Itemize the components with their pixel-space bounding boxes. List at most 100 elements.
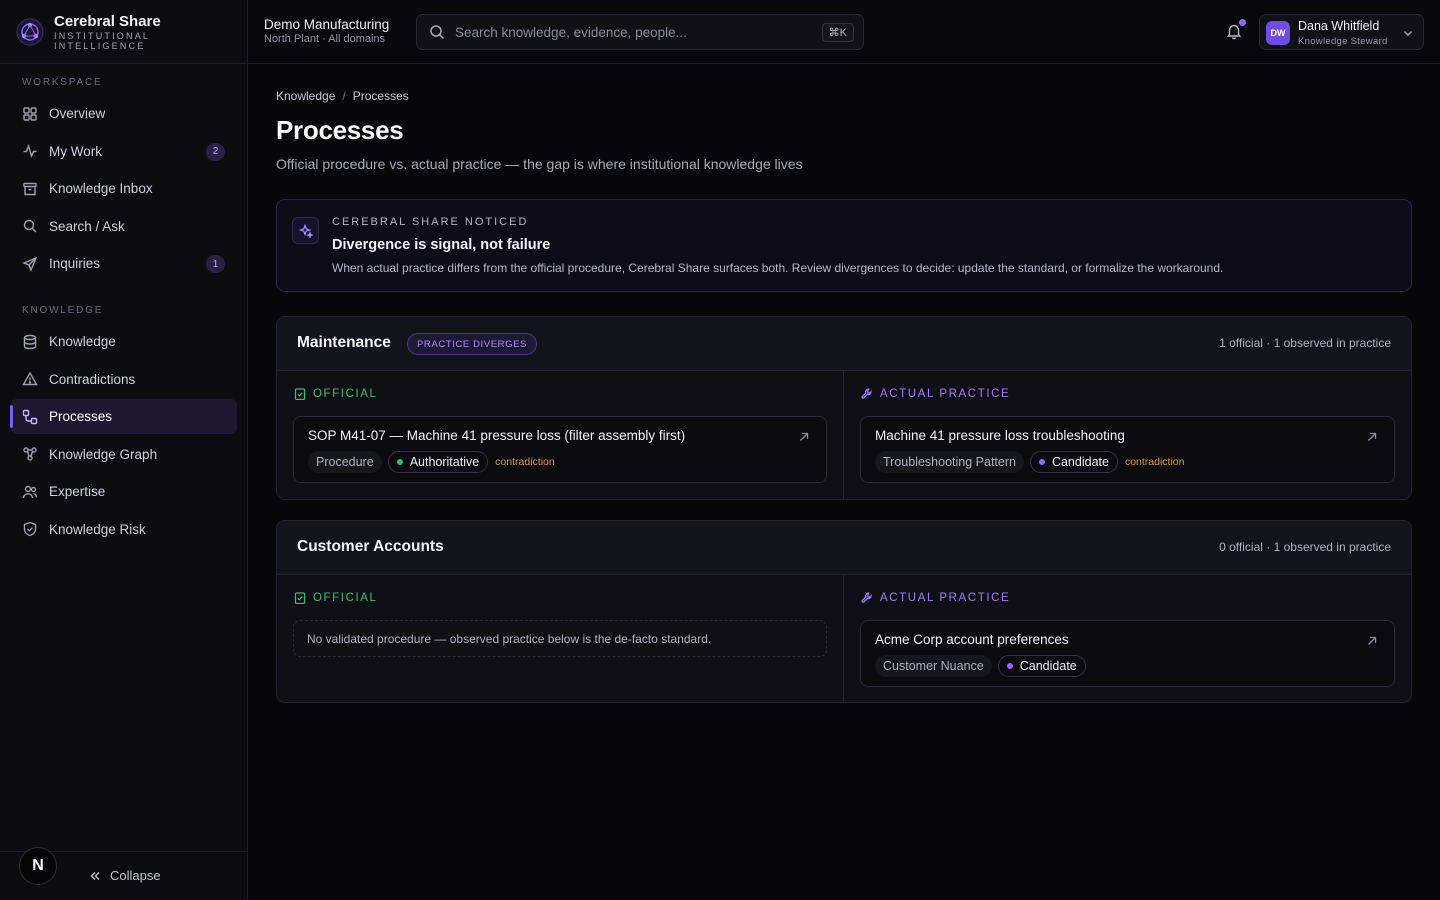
notifications-button[interactable] — [1225, 19, 1246, 42]
sidebar-item-knowledge[interactable]: Knowledge — [11, 324, 237, 359]
count-badge: 1 — [206, 255, 225, 273]
insight-notice: CEREBRAL SHARE NOTICED Divergence is sig… — [276, 199, 1412, 292]
practice-label: ACTUAL PRACTICE — [861, 388, 1010, 400]
status-dot — [1006, 663, 1013, 669]
breadcrumb: Knowledge / Processes — [276, 89, 409, 103]
workspace-section-label: WORKSPACE — [22, 77, 103, 88]
search-icon — [23, 219, 37, 233]
sidebar-item-inquiries[interactable]: Inquiries 1 — [11, 246, 237, 281]
sidebar-item-label: Knowledge Risk — [49, 521, 146, 537]
org-switcher[interactable]: Demo Manufacturing North Plant · All dom… — [264, 17, 389, 46]
collapse-button[interactable]: Collapse — [88, 868, 161, 883]
group-stats: 0 official · 1 observed in practice — [1219, 540, 1391, 554]
practice-card[interactable]: Machine 41 pressure loss troubleshooting… — [860, 416, 1395, 483]
type-tag: Procedure — [308, 451, 382, 473]
official-label-text: OFFICIAL — [313, 592, 378, 604]
group-stats: 1 official · 1 observed in practice — [1219, 336, 1391, 350]
arrow-up-right-icon[interactable] — [798, 431, 810, 443]
search-input[interactable] — [455, 24, 815, 40]
sidebar-item-label: Search / Ask — [49, 218, 125, 234]
org-scope: North Plant · All domains — [264, 33, 386, 45]
sidebar-item-search-ask[interactable]: Search / Ask — [11, 209, 237, 244]
grid-icon — [23, 106, 37, 121]
brand-tagline: INSTITUTIONAL INTELLIGENCE — [54, 30, 150, 51]
group-title: Customer Accounts — [297, 538, 444, 555]
brand-name: Cerebral Share — [54, 12, 161, 30]
practice-label: ACTUAL PRACTICE — [861, 592, 1010, 604]
page-subtitle: Official procedure vs. actual practice —… — [276, 156, 803, 172]
search-icon — [430, 25, 445, 40]
database-icon — [23, 334, 37, 349]
notice-title: Divergence is signal, not failure — [332, 237, 551, 253]
sidebar-item-contradictions[interactable]: Contradictions — [11, 362, 237, 397]
status-tag: Candidate — [1029, 451, 1118, 473]
contradiction-flag: contradiction — [1124, 456, 1185, 468]
sidebar-item-label: Knowledge — [49, 334, 116, 349]
status-text: Authoritative — [409, 455, 480, 469]
topbar: Demo Manufacturing North Plant · All dom… — [248, 0, 1440, 64]
breadcrumb-link-knowledge[interactable]: Knowledge — [276, 89, 335, 103]
notice-body: When actual practice differs from the of… — [332, 261, 1224, 275]
sidebar: Cerebral Share INSTITUTIONAL INTELLIGENC… — [0, 0, 248, 900]
workflow-icon — [22, 409, 38, 424]
status-dot — [1038, 459, 1045, 465]
chevron-down-icon — [1404, 31, 1412, 36]
breadcrumb-current: Processes — [352, 89, 409, 103]
group-header: Maintenance PRACTICE DIVERGES 1 official… — [277, 317, 1411, 371]
sidebar-item-label: Knowledge Graph — [49, 446, 158, 462]
official-column: OFFICIAL SOP M41-07 — Machine 41 pressur… — [277, 371, 844, 499]
status-dot — [396, 459, 403, 465]
card-tags: Customer Nuance Candidate — [875, 655, 1086, 677]
chevrons-left-icon — [90, 871, 100, 880]
practice-label-text: ACTUAL PRACTICE — [880, 388, 1011, 400]
sidebar-item-knowledge-inbox[interactable]: Knowledge Inbox — [11, 171, 237, 206]
card-title: SOP M41-07 — Machine 41 pressure loss (f… — [308, 428, 686, 443]
collapse-label: Collapse — [110, 868, 161, 883]
page-title: Processes — [276, 115, 404, 145]
official-procedure-card[interactable]: SOP M41-07 — Machine 41 pressure loss (f… — [293, 416, 827, 483]
arrow-up-right-icon[interactable] — [1366, 431, 1378, 443]
knowledge-nav: KNOWLEDGE Knowledge Contradictions Proce… — [0, 305, 248, 549]
clipboard-check-icon — [294, 592, 306, 604]
sidebar-item-label: Contradictions — [49, 371, 136, 387]
type-tag: Troubleshooting Pattern — [875, 451, 1024, 473]
shield-icon — [23, 521, 37, 537]
contradiction-flag: contradiction — [495, 456, 555, 468]
sidebar-footer: N Collapse — [0, 847, 247, 900]
sidebar-item-processes[interactable]: Processes — [10, 399, 237, 434]
brand[interactable]: Cerebral Share INSTITUTIONAL INTELLIGENC… — [0, 0, 247, 64]
count-badge: 2 — [206, 142, 225, 161]
org-name: Demo Manufacturing — [264, 17, 390, 32]
arrow-up-right-icon[interactable] — [1366, 635, 1378, 647]
sidebar-item-overview[interactable]: Overview — [11, 96, 237, 131]
process-group-maintenance: Maintenance PRACTICE DIVERGES 1 official… — [276, 316, 1412, 500]
wrench-icon — [861, 592, 872, 603]
official-label: OFFICIAL — [294, 388, 378, 400]
official-label-text: OFFICIAL — [313, 388, 378, 400]
sidebar-item-knowledge-risk[interactable]: Knowledge Risk — [11, 512, 237, 547]
group-title: Maintenance — [297, 334, 391, 351]
user-menu[interactable]: DW Dana Whitfield Knowledge Steward — [1259, 14, 1424, 50]
sidebar-item-my-work[interactable]: My Work 2 — [11, 134, 237, 169]
sidebar-item-expertise[interactable]: Expertise — [11, 474, 237, 509]
card-title: Acme Corp account preferences — [875, 632, 1069, 647]
official-label: OFFICIAL — [294, 592, 378, 604]
practice-card[interactable]: Acme Corp account preferences Customer N… — [860, 620, 1395, 687]
send-icon — [22, 256, 38, 272]
wrench-icon — [861, 388, 872, 399]
status-tag: Candidate — [997, 655, 1086, 677]
sidebar-item-knowledge-graph[interactable]: Knowledge Graph — [11, 437, 237, 472]
avatar: DW — [1266, 21, 1290, 45]
activity-icon — [23, 143, 37, 159]
status-text: Candidate — [1051, 455, 1109, 469]
sidebar-item-label: My Work — [49, 143, 102, 159]
search-shortcut: ⌘K — [821, 23, 854, 42]
warning-icon — [22, 371, 38, 386]
notice-eyebrow: CEREBRAL SHARE NOTICED — [332, 216, 529, 228]
clipboard-check-icon — [294, 388, 306, 400]
group-header: Customer Accounts 0 official · 1 observe… — [277, 521, 1411, 575]
search-bar[interactable]: ⌘K — [416, 14, 864, 50]
practice-column: ACTUAL PRACTICE Machine 41 pressure loss… — [844, 371, 1411, 499]
practice-label-text: ACTUAL PRACTICE — [880, 592, 1011, 604]
workspace-avatar[interactable]: N — [19, 847, 57, 885]
